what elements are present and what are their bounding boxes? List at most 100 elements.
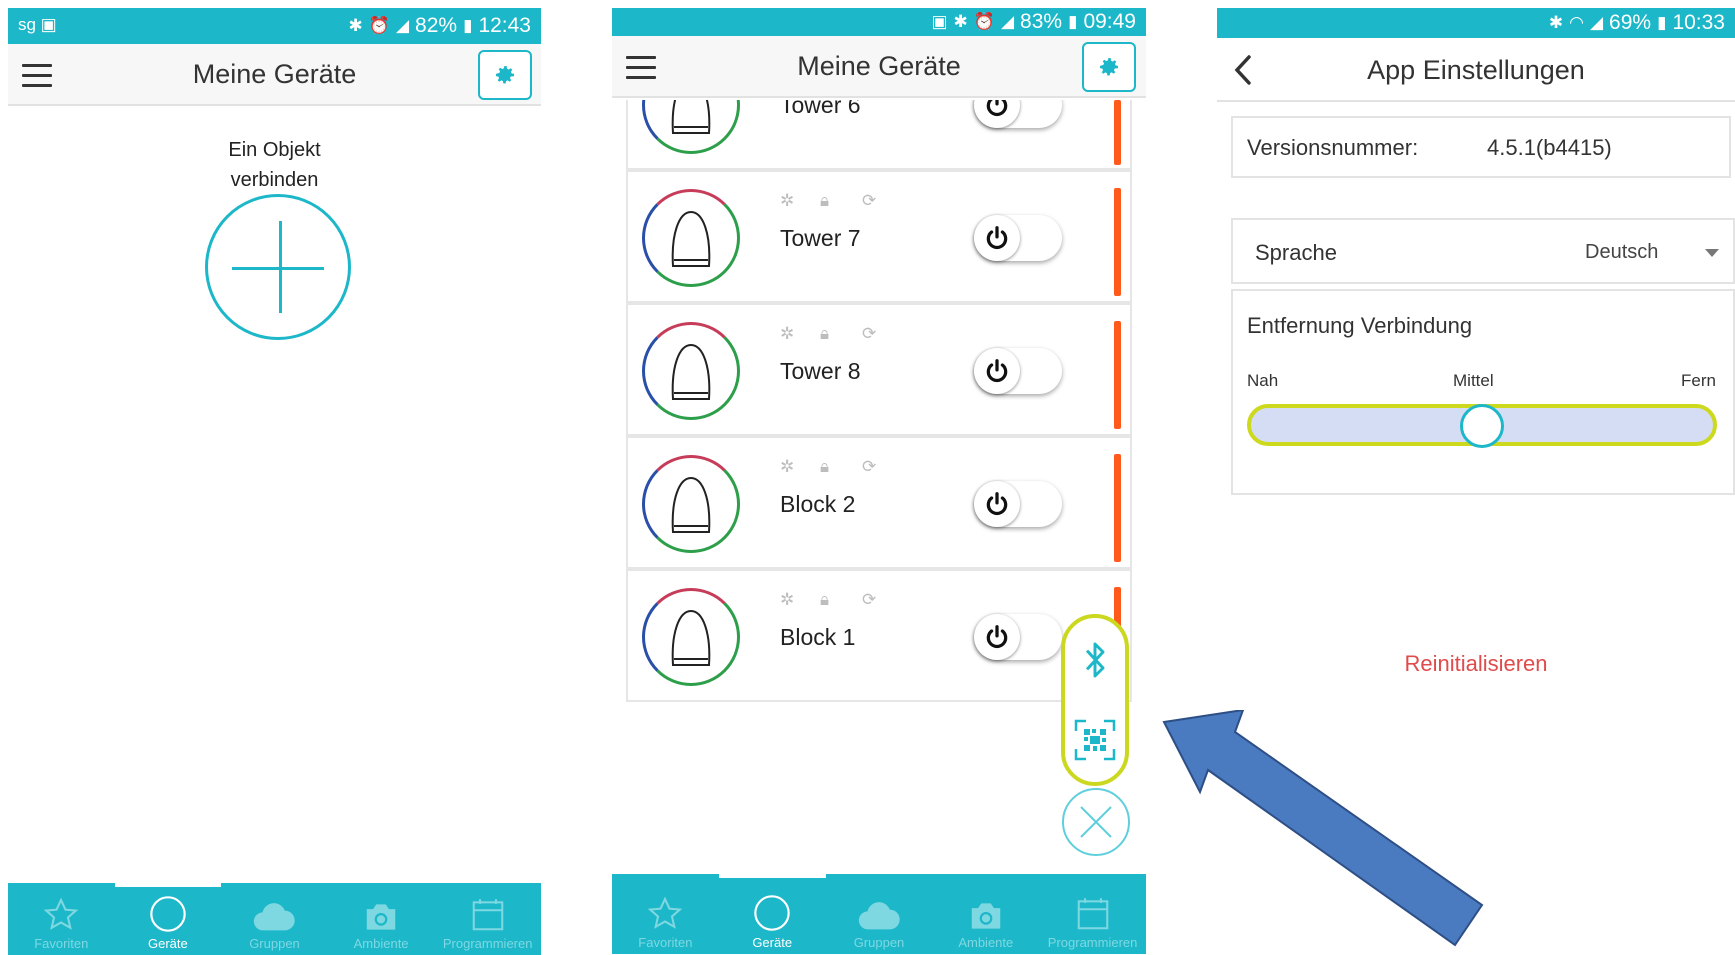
power-toggle[interactable] [974, 614, 1062, 660]
close-menu-button[interactable] [1062, 788, 1130, 856]
device-card[interactable]: ✲ 🔒︎ ⟳ Tower 8 [626, 303, 1132, 436]
device-card[interactable]: ✲ 🔒︎ ⟳ Block 2 [626, 436, 1132, 569]
bluetooth-icon [1085, 642, 1105, 678]
reinitialize-button[interactable]: Reinitialisieren [1217, 651, 1735, 677]
device-avatar [642, 322, 740, 420]
status-bar: ▣ ✱ ⏰ ◢ 83% ▮ 09:49 [612, 8, 1146, 36]
device-name: Block 1 [780, 624, 856, 650]
device-name: Tower 6 [780, 100, 861, 118]
device-avatar [642, 588, 740, 686]
cloud-icon [858, 902, 900, 930]
tower-lamp-icon [671, 343, 711, 400]
nav-groups[interactable]: Gruppen [221, 883, 328, 955]
page-title: App Einstellungen [1367, 55, 1585, 85]
device-circle-icon [754, 895, 790, 931]
language-row[interactable]: Sprache Deutsch [1231, 218, 1735, 284]
alarm-icon: ⏰ [973, 12, 995, 31]
notification-icons: s⁠g ▣ [18, 15, 57, 34]
qr-code-icon [1074, 719, 1116, 761]
power-toggle[interactable] [974, 481, 1062, 527]
clock: 10:33 [1672, 11, 1725, 34]
nav-program-label: Programmieren [1047, 935, 1138, 950]
distance-slider-thumb[interactable] [1460, 404, 1504, 448]
battery-icon: ▮ [1657, 13, 1667, 32]
nav-devices[interactable]: Geräte [718, 874, 826, 954]
power-toggle[interactable] [974, 348, 1062, 394]
bluetooth-icon: ✱ [953, 12, 968, 31]
calendar-icon [472, 899, 503, 931]
nav-groups-label: Gruppen [853, 935, 905, 950]
nav-program-label: Programmieren [442, 936, 533, 951]
nav-favorites[interactable]: Favoriten [8, 883, 115, 955]
nav-devices-label: Geräte [752, 935, 793, 950]
nav-groups-label: Gruppen [249, 936, 300, 951]
bluetooth-icon: ✱ [348, 16, 363, 35]
clock: 09:49 [1083, 10, 1136, 33]
add-options-menu [1061, 614, 1129, 786]
nav-groups[interactable]: Gruppen [826, 874, 933, 954]
nav-devices[interactable]: Geräte [114, 883, 222, 955]
qr-scan-button[interactable] [1065, 708, 1125, 772]
nav-program[interactable]: Programmieren [1039, 874, 1146, 954]
alarm-icon: ⏰ [368, 16, 390, 35]
compress-icon: ✲ [780, 191, 795, 210]
power-icon [974, 481, 1020, 527]
device-circle-icon [150, 896, 186, 932]
lock-icon: 🔒︎ [820, 324, 830, 343]
bluetooth-icon: ✱ [1548, 13, 1564, 32]
power-icon [974, 348, 1020, 394]
status-bar: s⁠g ▣ ✱ ⏰ ◢ 82% ▮ 12:43 [8, 8, 541, 44]
version-row: Versionsnummer: 4.5.1(b4415) [1231, 116, 1731, 178]
device-card[interactable]: Tower 6 [626, 100, 1132, 170]
nav-favorites-label: Favoriten [638, 935, 693, 950]
settings-button[interactable] [1082, 42, 1136, 92]
language-select[interactable]: Deutsch [1585, 241, 1658, 264]
camera-icon [366, 904, 396, 930]
dropdown-caret-icon[interactable] [1705, 249, 1719, 257]
nav-ambience[interactable]: Ambiente [932, 874, 1039, 954]
version-label: Versionsnummer: [1247, 135, 1419, 160]
power-toggle[interactable] [974, 215, 1062, 261]
status-bar: ✱ ◠ ◢ 69% ▮ 10:33 [1217, 8, 1735, 38]
page-title: Meine Geräte [192, 59, 357, 89]
battery-icon: ▮ [1068, 12, 1078, 31]
cloud-icon [254, 903, 296, 931]
close-icon [1080, 806, 1112, 838]
connect-object-label: Ein Objekt verbinden [8, 135, 541, 195]
gear-icon [1100, 58, 1118, 76]
device-card[interactable]: ✲ 🔒︎ ⟳ Block 1 [626, 569, 1132, 702]
star-icon [43, 897, 79, 930]
device-card[interactable]: ✲ 🔒︎ ⟳ Tower 7 [626, 170, 1132, 303]
battery-level: 83% [1020, 10, 1063, 33]
battery-level: 82% [415, 14, 458, 37]
add-device-button[interactable] [205, 194, 351, 340]
app-bar: Meine Geräte [8, 44, 541, 106]
star-icon [648, 896, 683, 929]
nav-program[interactable]: Programmieren [434, 883, 541, 955]
nav-favorites[interactable]: Favoriten [612, 874, 719, 954]
device-avatar [642, 189, 740, 287]
distance-panel: Entfernung Verbindung Nah Mittel Fern [1231, 289, 1735, 495]
device-status-bar [1114, 321, 1121, 429]
settings-button[interactable] [478, 50, 532, 100]
calendar-icon [1077, 898, 1108, 930]
nav-ambience-label: Ambiente [353, 936, 409, 951]
device-avatar [642, 455, 740, 553]
distance-label: Entfernung Verbindung [1247, 313, 1473, 338]
lock-icon: 🔒︎ [820, 191, 830, 210]
clock: 12:43 [478, 14, 531, 37]
refresh-icon: ⟳ [862, 324, 877, 343]
bottom-nav: Favoriten Geräte Gruppen Ambiente Progra… [612, 874, 1146, 954]
battery-level: 69% [1609, 11, 1652, 34]
power-toggle[interactable] [974, 100, 1062, 128]
nav-ambience[interactable]: Ambiente [328, 883, 435, 955]
tower-lamp-icon [671, 100, 711, 134]
power-icon [974, 215, 1020, 261]
device-name: Tower 8 [780, 358, 861, 384]
device-status-bar [1114, 188, 1121, 296]
device-avatar [642, 100, 740, 154]
battery-icon: ▮ [463, 16, 473, 35]
bluetooth-add-button[interactable] [1065, 628, 1125, 692]
signal-icon: ◢ [1000, 12, 1015, 31]
power-icon [974, 614, 1020, 660]
